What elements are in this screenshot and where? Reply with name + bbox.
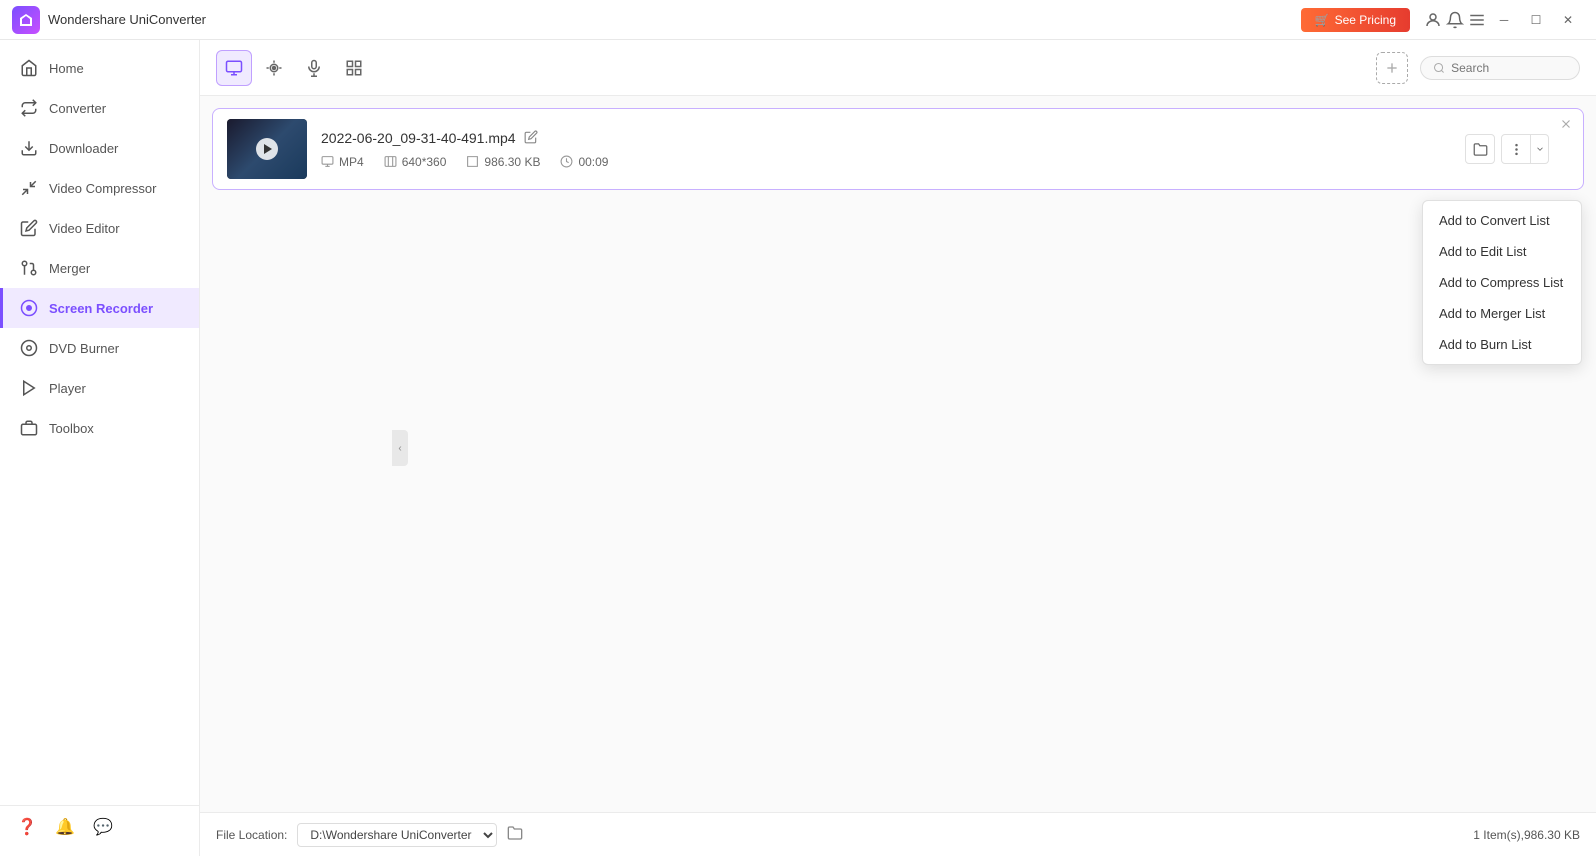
- content-area: 2022-06-20_09-31-40-491.mp4: [200, 40, 1596, 856]
- sidebar-label-video-compressor: Video Compressor: [49, 181, 156, 196]
- sidebar-label-merger: Merger: [49, 261, 90, 276]
- sidebar-item-screen-recorder[interactable]: Screen Recorder: [0, 288, 199, 328]
- file-item: 2022-06-20_09-31-40-491.mp4: [212, 108, 1584, 190]
- sidebar-item-dvd-burner[interactable]: DVD Burner: [0, 328, 199, 368]
- sidebar-footer: ❓ 🔔 💬: [0, 805, 199, 848]
- sidebar-item-downloader[interactable]: Downloader: [0, 128, 199, 168]
- record-button[interactable]: [216, 50, 252, 86]
- sidebar-item-toolbox[interactable]: Toolbox: [0, 408, 199, 448]
- file-more-button[interactable]: [1501, 134, 1531, 164]
- sidebar-item-home[interactable]: Home: [0, 48, 199, 88]
- file-actions: [1465, 134, 1549, 164]
- close-button[interactable]: ✕: [1552, 7, 1584, 33]
- feedback-icon[interactable]: 💬: [92, 816, 114, 838]
- sidebar-item-converter[interactable]: Converter: [0, 88, 199, 128]
- dropdown-compress[interactable]: Add to Compress List: [1423, 267, 1581, 298]
- toolbox-icon: [19, 418, 39, 438]
- file-rename-icon[interactable]: [524, 130, 538, 147]
- maximize-button[interactable]: ☐: [1520, 7, 1552, 33]
- sidebar-label-dvd-burner: DVD Burner: [49, 341, 119, 356]
- sidebar-item-merger[interactable]: Merger: [0, 248, 199, 288]
- sidebar-item-video-editor[interactable]: Video Editor: [0, 208, 199, 248]
- file-format: MP4: [321, 155, 364, 169]
- file-duration: 00:09: [560, 155, 608, 169]
- bell-icon[interactable]: 🔔: [54, 816, 76, 838]
- help-icon[interactable]: ❓: [16, 816, 38, 838]
- search-input[interactable]: [1451, 61, 1567, 75]
- menu-icon[interactable]: [1466, 9, 1488, 31]
- dropdown-edit[interactable]: Add to Edit List: [1423, 236, 1581, 267]
- dropdown-menu: Add to Convert List Add to Edit List Add…: [1422, 200, 1582, 365]
- file-location-label: File Location:: [216, 828, 287, 842]
- file-name: 2022-06-20_09-31-40-491.mp4: [321, 130, 516, 146]
- sidebar: Home Converter Downloader: [0, 40, 200, 856]
- dvd-icon: [19, 338, 39, 358]
- cart-icon: 🛒: [1315, 13, 1330, 27]
- add-file-button[interactable]: [1376, 52, 1408, 84]
- search-box: [1420, 56, 1580, 80]
- play-button[interactable]: [256, 138, 278, 160]
- footer: File Location: D:\Wondershare UniConvert…: [200, 812, 1596, 856]
- dropdown-burn[interactable]: Add to Burn List: [1423, 329, 1581, 360]
- format-icon: [321, 155, 334, 168]
- sidebar-label-home: Home: [49, 61, 84, 76]
- user-icon[interactable]: [1422, 9, 1444, 31]
- player-icon: [19, 378, 39, 398]
- duration-icon: [560, 155, 573, 168]
- minimize-button[interactable]: ─: [1488, 7, 1520, 33]
- file-more-dropdown-button[interactable]: [1531, 134, 1549, 164]
- recorder-icon: [19, 298, 39, 318]
- grid-button[interactable]: [336, 50, 372, 86]
- sidebar-label-video-editor: Video Editor: [49, 221, 120, 236]
- sidebar-label-screen-recorder: Screen Recorder: [49, 301, 153, 316]
- toolbar: [200, 40, 1596, 96]
- sidebar-label-downloader: Downloader: [49, 141, 118, 156]
- sidebar-label-player: Player: [49, 381, 86, 396]
- mic-button[interactable]: [296, 50, 332, 86]
- file-thumbnail: [227, 119, 307, 179]
- search-icon: [1433, 61, 1445, 75]
- size-icon: [466, 155, 479, 168]
- sidebar-label-toolbox: Toolbox: [49, 421, 94, 436]
- notification-icon[interactable]: [1444, 9, 1466, 31]
- file-folder-button[interactable]: [1465, 134, 1495, 164]
- converter-icon: [19, 98, 39, 118]
- file-resolution: 640*360: [384, 155, 447, 169]
- file-close-button[interactable]: [1559, 117, 1573, 136]
- titlebar: Wondershare UniConverter 🛒 See Pricing ─…: [0, 0, 1596, 40]
- sidebar-collapse-button[interactable]: ‹: [392, 430, 408, 466]
- app-title: Wondershare UniConverter: [48, 12, 1301, 27]
- sidebar-item-video-compressor[interactable]: Video Compressor: [0, 168, 199, 208]
- see-pricing-button[interactable]: 🛒 See Pricing: [1301, 8, 1410, 32]
- footer-status: 1 Item(s),986.30 KB: [1473, 828, 1580, 842]
- file-size: 986.30 KB: [466, 155, 540, 169]
- editor-icon: [19, 218, 39, 238]
- sidebar-label-converter: Converter: [49, 101, 106, 116]
- footer-folder-icon[interactable]: [507, 825, 523, 844]
- webcam-button[interactable]: [256, 50, 292, 86]
- merger-icon: [19, 258, 39, 278]
- compress-icon: [19, 178, 39, 198]
- app-logo: [12, 6, 40, 34]
- file-info: 2022-06-20_09-31-40-491.mp4: [321, 130, 1451, 169]
- file-list: 2022-06-20_09-31-40-491.mp4: [200, 96, 1596, 812]
- dropdown-convert[interactable]: Add to Convert List: [1423, 205, 1581, 236]
- file-location-select[interactable]: D:\Wondershare UniConverter: [297, 823, 497, 847]
- resolution-icon: [384, 155, 397, 168]
- sidebar-item-player[interactable]: Player: [0, 368, 199, 408]
- see-pricing-label: See Pricing: [1335, 13, 1396, 27]
- downloader-icon: [19, 138, 39, 158]
- dropdown-merge[interactable]: Add to Merger List: [1423, 298, 1581, 329]
- home-icon: [19, 58, 39, 78]
